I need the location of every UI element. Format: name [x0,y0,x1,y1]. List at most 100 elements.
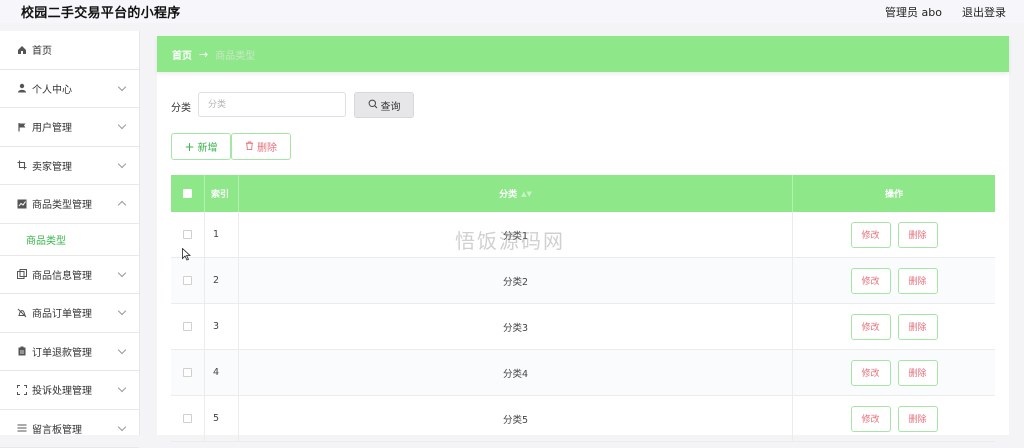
mouse-cursor-icon [182,246,191,265]
chevron-down-icon [118,345,126,353]
sidebar-item-orders[interactable]: 商品订单管理 [0,294,139,333]
row-checkbox[interactable] [183,368,192,377]
plus-icon: + [184,141,194,153]
table-row: 2 分类2 修改 删除 [171,258,995,304]
sidebar-item-label: 商品类型管理 [32,196,92,211]
edit-button[interactable]: 修改 [851,222,891,248]
edit-button[interactable]: 修改 [851,360,891,386]
header-name-label: 分类 [499,187,517,200]
search-label: 分类 [171,99,191,114]
sidebar-item-label: 首页 [32,42,52,57]
header-ops: 操作 [793,175,995,212]
sidebar-item-refunds[interactable]: 订单退款管理 [0,333,139,372]
crop-icon [16,160,27,171]
row-name: 分类5 [239,396,793,441]
sidebar-item-seller-management[interactable]: 卖家管理 [0,147,139,186]
sidebar-item-product-info[interactable]: 商品信息管理 [0,256,139,295]
delete-button[interactable]: 删除 [898,314,938,340]
fullscreen-icon [16,384,27,395]
delete-button[interactable]: 删除 [898,222,938,248]
header-name[interactable]: 分类 ▲▼ [239,175,793,212]
chevron-down-icon [118,268,126,276]
logout-link[interactable]: 退出登录 [962,4,1006,20]
admin-user-label: 管理员 abo [885,4,942,20]
header-index: 索引 [205,175,239,212]
delete-button[interactable]: 删除 [898,268,938,294]
sidebar: 首页 个人中心 用户管理 卖家管理 商品类型管理 商品类型 商品信息管理 商品订… [0,31,140,435]
delete-button[interactable]: 删除 [898,360,938,386]
sidebar-item-complaints[interactable]: 投诉处理管理 [0,371,139,410]
chevron-down-icon [118,307,126,315]
category-table: 索引 分类 ▲▼ 操作 1 分类1 修改 删除 2 分类2 修改 删除 3 分类3 [171,175,995,442]
sidebar-item-user-management[interactable]: 用户管理 [0,108,139,147]
chevron-down-icon [118,422,126,430]
chart-icon [16,198,27,209]
chevron-up-icon [118,201,126,209]
row-name: 分类3 [239,304,793,349]
row-ops: 修改 删除 [793,212,995,257]
row-ops: 修改 删除 [793,258,995,303]
watermark: 悟饭源码网 [455,225,565,254]
sidebar-item-label: 商品订单管理 [32,305,92,320]
search-input[interactable] [198,92,346,117]
home-icon [16,44,27,55]
search-button[interactable]: 查询 [354,92,414,118]
chevron-down-icon [118,384,126,392]
select-all-checkbox[interactable] [183,189,192,198]
row-index: 3 [205,304,239,349]
breadcrumb-current: 商品类型 [215,47,255,62]
table-header: 索引 分类 ▲▼ 操作 [171,175,995,212]
list-icon [16,423,27,434]
row-checkbox[interactable] [183,414,192,423]
table-row: 3 分类3 修改 删除 [171,304,995,350]
sidebar-item-label: 用户管理 [32,119,72,134]
copy-icon [16,269,27,280]
add-button-label: 新增 [198,139,218,154]
row-index: 2 [205,258,239,303]
sidebar-item-label: 留言板管理 [32,421,82,436]
chevron-down-icon [118,159,126,167]
search-icon [368,99,378,112]
flag-icon [16,121,27,132]
chevron-down-icon [118,82,126,90]
batch-delete-button[interactable]: 删除 [231,133,291,160]
table-row: 4 分类4 修改 删除 [171,350,995,396]
row-select-cell [171,304,205,349]
sidebar-item-label: 订单退款管理 [32,344,92,359]
row-select-cell [171,396,205,441]
search-button-label: 查询 [381,98,401,113]
sidebar-item-label: 个人中心 [32,81,72,96]
table-row: 1 分类1 修改 删除 [171,212,995,258]
sidebar-item-guestbook[interactable]: 留言板管理 [0,410,139,448]
trash-icon [245,141,254,153]
row-checkbox[interactable] [183,276,192,285]
breadcrumb-home[interactable]: 首页 [172,47,192,62]
edit-button[interactable]: 修改 [851,268,891,294]
add-button[interactable]: + 新增 [171,133,231,160]
header-select-cell [171,175,205,212]
sidebar-item-category-management[interactable]: 商品类型管理 [0,185,139,224]
sidebar-item-personal-center[interactable]: 个人中心 [0,70,139,109]
edit-button[interactable]: 修改 [851,314,891,340]
sidebar-item-label: 投诉处理管理 [32,382,92,397]
sort-icon: ▲▼ [521,190,532,198]
table-row: 5 分类5 修改 删除 [171,396,995,442]
top-right-area: 管理员 abo 退出登录 [885,4,1006,20]
row-ops: 修改 删除 [793,396,995,441]
user-icon [16,83,27,94]
row-index: 5 [205,396,239,441]
row-ops: 修改 删除 [793,304,995,349]
sidebar-item-home[interactable]: 首页 [0,31,139,70]
main-content: 首页 → 商品类型 分类 查询 + 新增 删除 索引 分类 ▲▼ 操作 1 分类1… [157,36,1009,435]
edit-button[interactable]: 修改 [851,406,891,432]
delete-button[interactable]: 删除 [898,406,938,432]
clipboard-icon [16,346,27,357]
sidebar-subitem-category[interactable]: 商品类型 [0,224,139,256]
row-checkbox[interactable] [183,322,192,331]
top-bar: 校园二手交易平台的小程序 管理员 abo 退出登录 [0,0,1024,23]
row-checkbox[interactable] [183,230,192,239]
app-title: 校园二手交易平台的小程序 [21,2,181,21]
row-index: 4 [205,350,239,395]
delete-button-label: 删除 [257,139,277,154]
breadcrumb: 首页 → 商品类型 [157,36,1009,72]
